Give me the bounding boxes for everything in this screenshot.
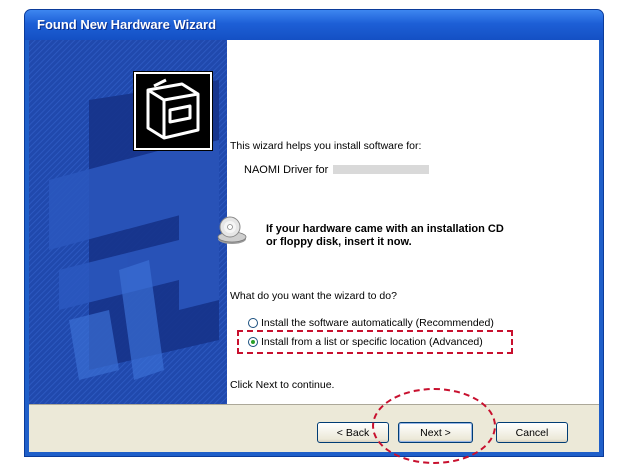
title-bar[interactable]: Found New Hardware Wizard bbox=[25, 10, 603, 40]
hardware-icon bbox=[134, 72, 212, 150]
continue-hint: Click Next to continue. bbox=[230, 379, 335, 391]
intro-text: This wizard helps you install software f… bbox=[230, 140, 422, 152]
cd-prompt-line1: If your hardware came with an installati… bbox=[266, 223, 504, 235]
highlight-annotation-box bbox=[237, 330, 513, 354]
cd-icon bbox=[217, 216, 247, 244]
window-title: Found New Hardware Wizard bbox=[37, 17, 217, 32]
radio-label: Install the software automatically (Reco… bbox=[261, 317, 494, 329]
redacted-device-model bbox=[333, 165, 430, 174]
cd-prompt-line2: or floppy disk, insert it now. bbox=[266, 236, 412, 248]
radio-button[interactable] bbox=[248, 318, 258, 328]
cancel-button[interactable]: Cancel bbox=[496, 422, 568, 443]
radio-option-automatic[interactable]: Install the software automatically (Reco… bbox=[248, 317, 494, 329]
question-text: What do you want the wizard to do? bbox=[230, 290, 397, 302]
device-name: NAOMI Driver for bbox=[244, 164, 430, 176]
highlight-annotation-ellipse bbox=[372, 388, 496, 464]
